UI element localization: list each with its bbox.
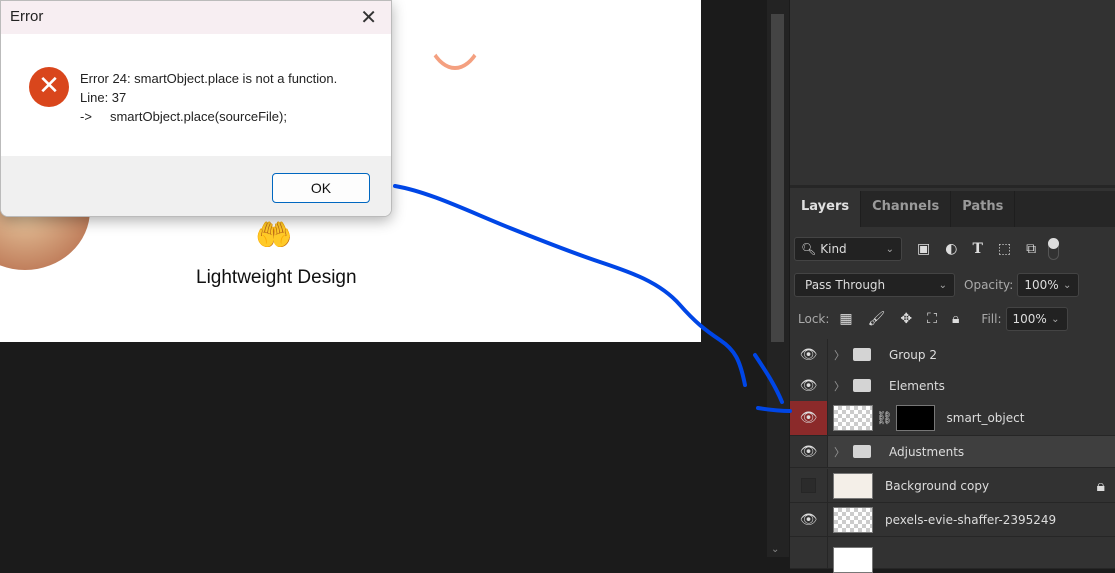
- layer-name: Group 2: [889, 347, 937, 362]
- layer-row[interactable]: 👁︎ 〉 Elements: [790, 370, 1115, 402]
- fill-input[interactable]: 100% ⌄: [1005, 307, 1068, 331]
- error-message: Error 24: smartObject.place is not a fun…: [80, 69, 337, 126]
- expand-caret-icon[interactable]: 〉: [834, 378, 845, 394]
- lock-icon: 🔒︎: [1096, 475, 1105, 495]
- visibility-eye-icon[interactable]: [790, 537, 828, 568]
- opacity-value: 100%: [1024, 278, 1059, 292]
- blend-mode-select[interactable]: Pass Through ⌄: [794, 273, 955, 297]
- chevron-down-icon[interactable]: ⌄: [1051, 314, 1059, 325]
- blend-mode-value: Pass Through: [805, 278, 886, 292]
- image-filter-icon[interactable]: ▣: [917, 241, 930, 257]
- close-icon[interactable]: ✕: [360, 5, 377, 29]
- layer-row[interactable]: 👁︎ 〉 Group 2: [790, 339, 1115, 371]
- feature-caption: Lightweight Design: [196, 267, 357, 288]
- error-message-line: Error 24: smartObject.place is not a fun…: [80, 71, 338, 86]
- panel-tabs: Layers Channels Paths: [790, 191, 1115, 227]
- smart-object-filter-icon[interactable]: ⧉: [1026, 241, 1036, 257]
- link-icon[interactable]: ⛓︎: [876, 411, 893, 426]
- visibility-eye-icon[interactable]: 👁︎: [790, 503, 828, 536]
- fill-label: Fill:: [981, 312, 1002, 326]
- error-line-number: Line: 37: [80, 90, 127, 105]
- layer-name: Adjustments: [889, 444, 965, 459]
- layer-row[interactable]: [790, 537, 1115, 573]
- mask-thumbnail[interactable]: [895, 405, 935, 431]
- layer-name: smart_object: [946, 411, 1025, 425]
- adjustment-filter-icon[interactable]: ◐: [945, 241, 957, 257]
- visibility-eye-icon[interactable]: 👁︎: [790, 370, 828, 401]
- shape-filter-icon[interactable]: ⬚: [998, 241, 1011, 257]
- visibility-eye-icon[interactable]: 👁︎: [790, 436, 828, 467]
- canvas-scrollbar[interactable]: ⌄: [767, 0, 789, 557]
- scroll-down-icon[interactable]: ⌄: [771, 544, 779, 555]
- error-dialog: Error ✕ ✕ Error 24: smartObject.place is…: [0, 0, 392, 217]
- decor-arc: [420, 0, 490, 70]
- layer-thumbnail: [833, 405, 873, 431]
- layer-thumbnail: [833, 506, 873, 533]
- folder-icon: [853, 348, 871, 361]
- layer-name: Elements: [889, 378, 945, 393]
- upper-panel: [790, 0, 1115, 188]
- opacity-label: Opacity:: [964, 278, 1014, 292]
- folder-icon: [853, 379, 871, 392]
- lock-all-icon[interactable]: 🔒︎: [952, 311, 959, 327]
- visibility-toggle-empty[interactable]: [790, 469, 828, 502]
- error-code-line: -> smartObject.place(sourceFile);: [80, 109, 287, 124]
- chevron-down-icon: ⌄: [885, 243, 894, 255]
- filter-kind-value: Kind: [820, 242, 847, 256]
- layers-panel: Layers Channels Paths 🔍︎ Kind ⌄ ▣ ◐ T ⬚ ⧉ …: [790, 0, 1115, 573]
- lock-pixels-icon[interactable]: 🖌︎: [868, 311, 886, 327]
- tab-paths[interactable]: Paths: [951, 191, 1016, 227]
- folder-icon: [853, 445, 871, 458]
- layer-row[interactable]: 👁︎ pexels-evie-shaffer-2395249: [790, 503, 1115, 537]
- search-icon: 🔍︎: [801, 242, 817, 256]
- lock-artboard-icon[interactable]: ⛶: [927, 311, 937, 327]
- layer-row-selected[interactable]: 👁︎ ⛓︎ smart_object: [790, 401, 1115, 436]
- visibility-eye-icon[interactable]: 👁︎: [790, 339, 828, 370]
- lock-transparency-icon[interactable]: ▦: [839, 311, 852, 327]
- scrollbar-thumb[interactable]: [771, 14, 784, 342]
- layer-name: pexels-evie-shaffer-2395249: [885, 512, 1057, 527]
- expand-caret-icon[interactable]: 〉: [834, 444, 845, 460]
- lock-label: Lock:: [798, 312, 830, 326]
- expand-caret-icon[interactable]: 〉: [834, 347, 845, 363]
- layer-thumbnail: [833, 472, 873, 499]
- error-icon: ✕: [29, 67, 69, 107]
- tab-channels[interactable]: Channels: [861, 191, 952, 227]
- lock-position-icon[interactable]: ✥: [900, 311, 912, 327]
- ok-button[interactable]: OK: [272, 173, 370, 203]
- filter-toggle[interactable]: [1048, 238, 1060, 260]
- fill-value: 100%: [1012, 312, 1047, 326]
- layer-row[interactable]: Background copy 🔒︎: [790, 469, 1115, 503]
- opacity-input[interactable]: 100% ⌄: [1017, 273, 1080, 297]
- hand-icon: 🤲: [255, 218, 293, 253]
- dialog-title: Error: [1, 1, 391, 34]
- visibility-eye-icon[interactable]: 👁︎: [790, 401, 828, 435]
- type-filter-icon[interactable]: T: [972, 241, 982, 257]
- chevron-down-icon[interactable]: ⌄: [1063, 280, 1071, 291]
- tab-layers[interactable]: Layers: [790, 191, 862, 227]
- layer-name: Background copy: [885, 478, 990, 493]
- layer-row[interactable]: 👁︎ 〉 Adjustments: [790, 436, 1115, 468]
- dialog-footer: OK: [1, 156, 391, 216]
- filter-kind-select[interactable]: 🔍︎ Kind ⌄: [794, 237, 902, 261]
- layer-thumbnail: [833, 546, 873, 573]
- chevron-down-icon: ⌄: [938, 279, 947, 291]
